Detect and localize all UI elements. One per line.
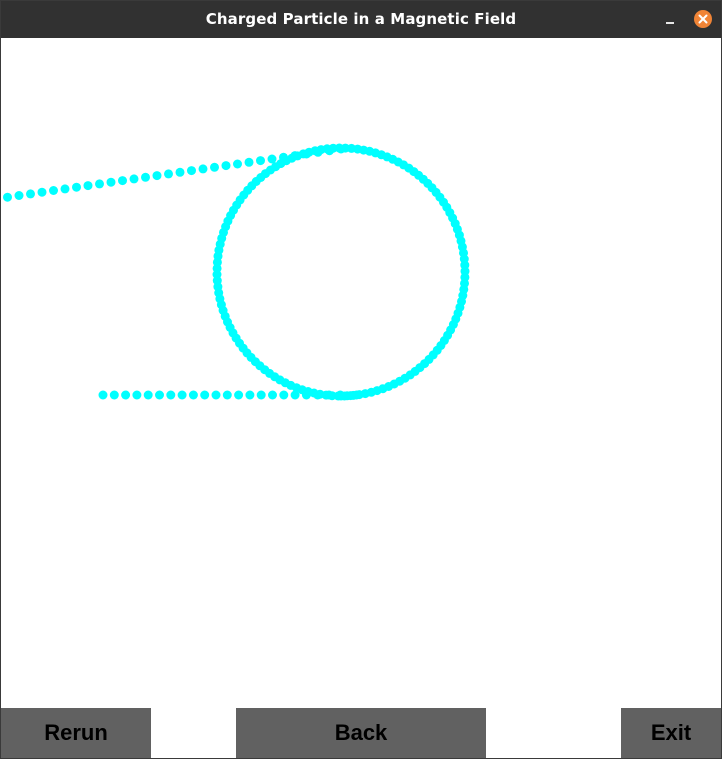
particle-dot (109, 390, 119, 400)
exit-button[interactable]: Exit (621, 708, 721, 758)
particle-dot (95, 179, 104, 189)
particle-dot (106, 177, 116, 187)
simulation-canvas (1, 38, 721, 708)
particle-dot (279, 152, 288, 162)
particle-dot (245, 390, 255, 400)
particle-dot (244, 157, 254, 167)
particle-dot (166, 390, 176, 400)
particle-dot (129, 174, 139, 184)
title-bar[interactable]: Charged Particle in a Magnetic Field (1, 1, 721, 38)
particle-dot (164, 169, 173, 179)
particle-dot (3, 192, 12, 202)
close-button[interactable] (694, 10, 712, 28)
particle-dot (49, 186, 58, 195)
particle-dot (118, 176, 127, 186)
particle-dot (187, 166, 196, 176)
particle-dot (14, 191, 24, 200)
particle-dot (267, 154, 277, 164)
particle-dot (98, 390, 108, 400)
particle-dot (302, 149, 311, 159)
particle-dot (83, 181, 93, 191)
window-title: Charged Particle in a Magnetic Field (205, 10, 517, 28)
back-button[interactable]: Back (236, 708, 486, 758)
particle-dot (221, 161, 231, 171)
particle-trajectory (3, 143, 470, 401)
particle-dot (37, 187, 47, 197)
particle-dot (155, 390, 164, 400)
particle-dot (72, 182, 81, 192)
particle-dot (352, 390, 361, 400)
particle-dot (211, 390, 221, 400)
particle-dot (313, 147, 323, 157)
rerun-button[interactable]: Rerun (1, 708, 151, 758)
particle-dot (256, 390, 266, 400)
particle-dot (268, 390, 277, 400)
particle-dot (152, 171, 162, 181)
particle-dot (325, 146, 334, 156)
particle-dot (132, 390, 142, 400)
particle-dot (210, 162, 219, 172)
particle-dot (279, 390, 289, 400)
particle-dot (175, 167, 185, 177)
particle-dot (256, 156, 265, 166)
particle-dot (222, 390, 232, 400)
particle-dot (188, 390, 198, 400)
minimize-button[interactable] (657, 10, 681, 30)
particle-dot (26, 189, 35, 199)
particle-dot (177, 390, 187, 400)
particle-dot (200, 390, 210, 400)
particle-dot (336, 144, 346, 154)
minimize-icon (666, 22, 674, 24)
particle-dot (141, 172, 150, 182)
particle-dot (143, 390, 153, 400)
particle-dot (198, 164, 208, 174)
particle-dot (290, 151, 300, 161)
app-window: Charged Particle in a Magnetic Field Rer… (0, 0, 722, 759)
particle-dot (234, 390, 244, 400)
particle-dot (121, 390, 131, 400)
particle-dot (60, 184, 70, 194)
particle-dot (233, 159, 242, 169)
close-icon (698, 14, 708, 24)
